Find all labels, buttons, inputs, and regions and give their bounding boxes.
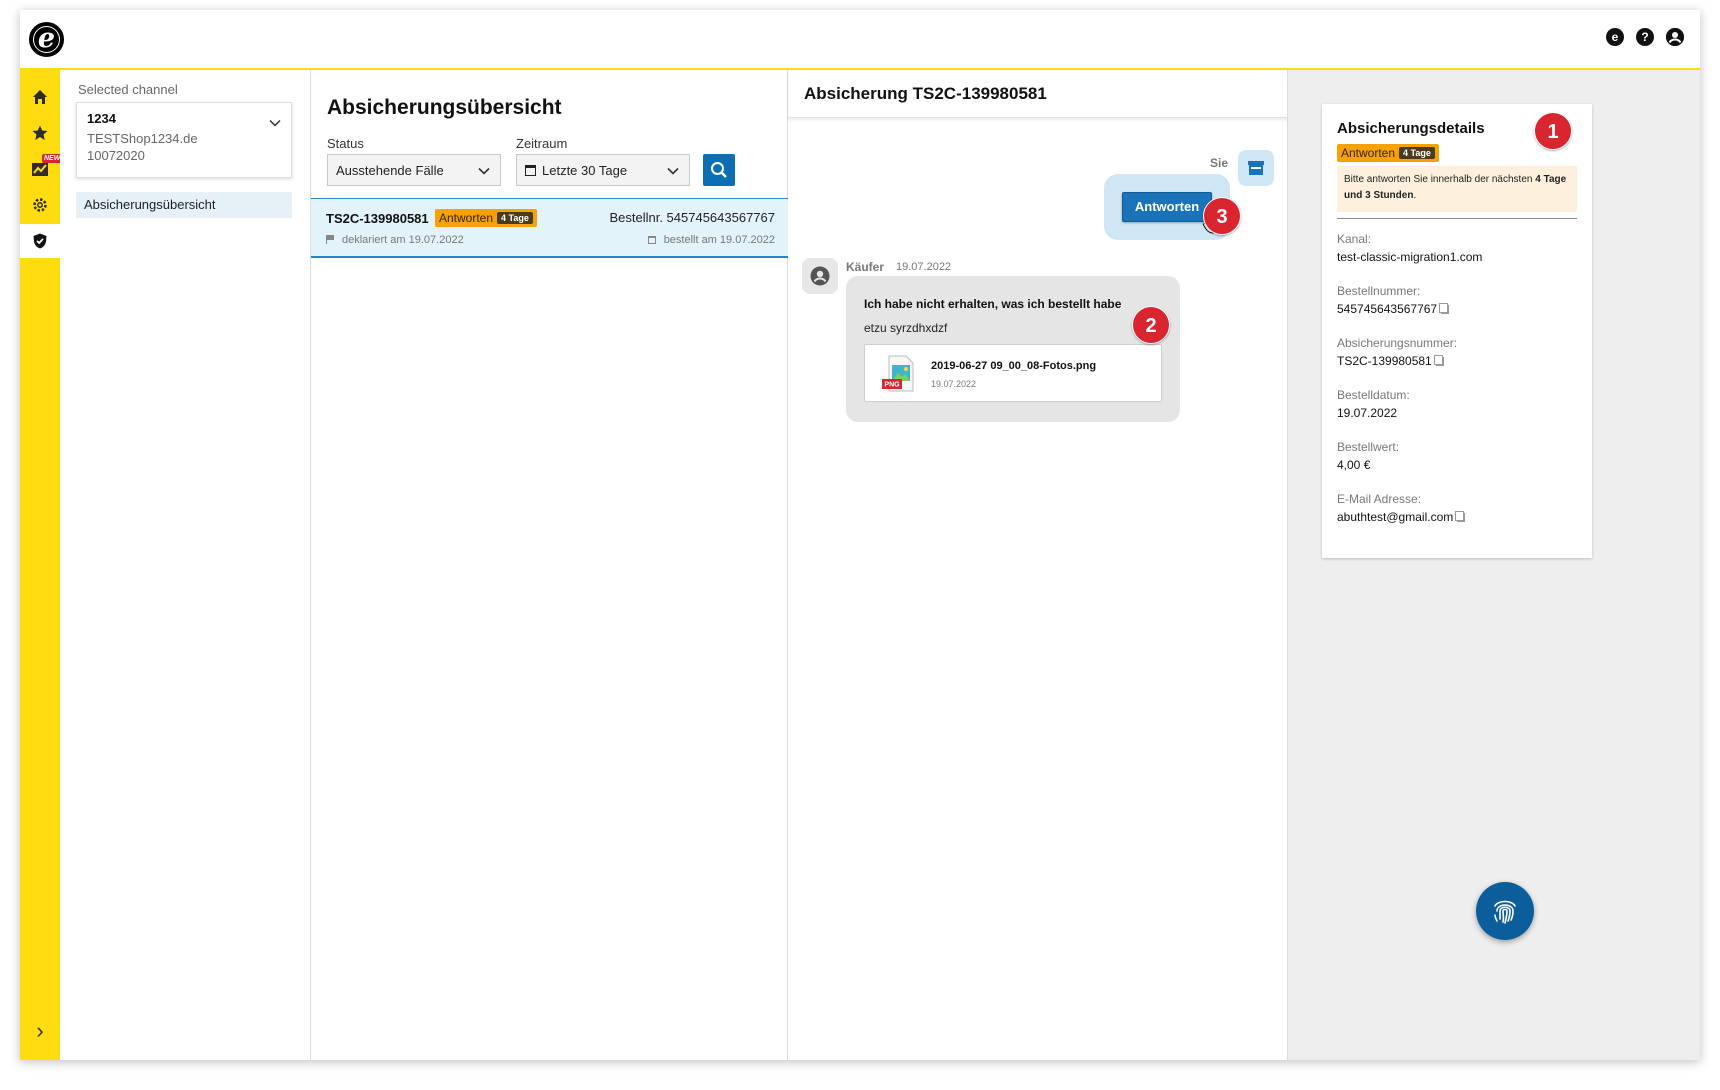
channel-id: 1234 bbox=[87, 111, 116, 126]
order-date-value: 19.07.2022 bbox=[1337, 406, 1398, 420]
channel-field-label: Kanal: bbox=[1337, 232, 1372, 246]
attachment-date: 19.07.2022 bbox=[931, 379, 977, 389]
channel-number: 10072020 bbox=[87, 148, 145, 163]
case-ordered: bestellt am 19.07.2022 bbox=[647, 234, 775, 246]
buyer-avatar bbox=[802, 258, 838, 294]
png-file-icon: PNG bbox=[882, 355, 914, 392]
divider bbox=[1337, 218, 1577, 219]
message-body: etzu syrzdhxdzf bbox=[864, 321, 948, 335]
protection-number-value: TS2C-139980581 bbox=[1337, 354, 1444, 368]
email-label: E-Mail Adresse: bbox=[1337, 492, 1422, 506]
gear-icon[interactable] bbox=[20, 188, 60, 222]
chart-new-icon[interactable]: NEW bbox=[20, 152, 63, 186]
buyer-name: Käufer bbox=[846, 260, 885, 274]
shop-icon bbox=[1248, 161, 1264, 175]
file-type-label: PNG bbox=[884, 382, 900, 389]
app-window: e e ? NEW › Selected channel 1234 TESTSh… bbox=[20, 10, 1700, 1060]
buyer-message: Ich habe nicht erhalten, was ich bestell… bbox=[846, 276, 1180, 422]
declared-text: deklariert am 19.07.2022 bbox=[342, 234, 464, 246]
status-value: Ausstehende Fälle bbox=[336, 163, 444, 178]
chevron-down-icon bbox=[478, 167, 490, 175]
copy-icon[interactable] bbox=[1455, 511, 1466, 522]
attachment-card[interactable]: PNG 2019-06-27 09_00_08-Fotos.png 19.07.… bbox=[864, 344, 1162, 402]
order-date-label: Bestelldatum: bbox=[1337, 388, 1410, 402]
attachment-name: 2019-06-27 09_00_08-Fotos.png bbox=[931, 360, 1097, 372]
user-icon bbox=[810, 266, 830, 286]
notice-end: . bbox=[1413, 190, 1417, 201]
status-badge: Antworten 4 Tage bbox=[435, 209, 537, 227]
marker-3: 3 bbox=[1203, 197, 1241, 235]
flag-icon bbox=[326, 235, 334, 244]
buyer-date: 19.07.2022 bbox=[896, 261, 952, 273]
reply-button[interactable]: Antworten bbox=[1122, 192, 1212, 222]
channel-shop: TESTShop1234.de bbox=[87, 131, 198, 146]
home-icon[interactable] bbox=[20, 80, 60, 114]
period-value: Letzte 30 Tage bbox=[542, 163, 628, 178]
channel-field-value: test-classic-migration1.com bbox=[1337, 250, 1483, 264]
protection-number-text: TS2C-139980581 bbox=[1337, 354, 1432, 368]
page-title: Absicherungsübersicht bbox=[327, 96, 562, 119]
case-declared: deklariert am 19.07.2022 bbox=[326, 234, 464, 246]
conversation-title: Absicherung TS2C-139980581 bbox=[804, 84, 1047, 103]
channel-selector[interactable]: 1234 TESTShop1234.de 10072020 bbox=[76, 102, 292, 178]
email-text: abuthtest@gmail.com bbox=[1337, 510, 1454, 524]
badge-days: 4 Tage bbox=[1399, 147, 1435, 159]
expand-rail-button[interactable]: › bbox=[20, 1018, 60, 1044]
protection-number-label: Absicherungsnummer: bbox=[1337, 336, 1458, 350]
details-title: Absicherungsdetails bbox=[1337, 120, 1485, 137]
marker-1: 1 bbox=[1534, 112, 1572, 150]
fingerprint-button[interactable] bbox=[1476, 882, 1534, 940]
side-rail: NEW › bbox=[20, 70, 63, 1060]
period-label: Zeitraum bbox=[516, 136, 568, 151]
calendar-icon bbox=[525, 165, 536, 176]
case-list-panel: Absicherungsübersicht Status Ausstehende… bbox=[310, 70, 789, 1060]
badge-days: 4 Tage bbox=[497, 212, 533, 224]
shield-icon[interactable] bbox=[20, 224, 60, 258]
chevron-down-icon bbox=[667, 167, 679, 175]
channel-panel: Selected channel 1234 TESTShop1234.de 10… bbox=[60, 70, 330, 1060]
case-id: TS2C-139980581 bbox=[326, 211, 429, 226]
sender-me-label: Sie bbox=[1210, 156, 1229, 170]
case-row[interactable]: TS2C-139980581 Antworten 4 Tage Bestelln… bbox=[311, 198, 789, 258]
status-badge: Antworten 4 Tage bbox=[1337, 144, 1439, 162]
copy-icon[interactable] bbox=[1433, 355, 1444, 366]
conversation-panel: Absicherung TS2C-139980581 Sie Antworten… bbox=[788, 70, 1288, 1060]
chevron-down-icon bbox=[269, 119, 281, 127]
order-number-label: Bestellnummer: bbox=[1337, 284, 1421, 298]
shop-avatar bbox=[1238, 150, 1274, 186]
channel-label: Selected channel bbox=[78, 82, 178, 97]
badge-label: Antworten bbox=[439, 211, 494, 225]
period-select[interactable]: Letzte 30 Tage bbox=[516, 154, 690, 186]
etrusted-logo[interactable]: e bbox=[29, 22, 64, 57]
fingerprint-icon bbox=[1494, 900, 1516, 924]
details-card: Absicherungsdetails 1 Antworten 4 Tage B… bbox=[1322, 104, 1592, 558]
help-icon[interactable]: ? bbox=[1636, 28, 1654, 46]
case-order-number: Bestellnr. 545745643567767 bbox=[609, 210, 775, 225]
order-value-value: 4,00 € bbox=[1337, 458, 1371, 472]
email-value: abuthtest@gmail.com bbox=[1337, 510, 1466, 524]
etrusted-icon[interactable]: e bbox=[1606, 28, 1624, 46]
ordered-text: bestellt am 19.07.2022 bbox=[663, 234, 775, 246]
nav-item-overview[interactable]: Absicherungsübersicht bbox=[76, 192, 292, 218]
calendar-icon bbox=[647, 236, 656, 244]
order-value-label: Bestellwert: bbox=[1337, 440, 1400, 454]
conversation-header: Absicherung TS2C-139980581 bbox=[788, 70, 1288, 118]
top-icons: e ? bbox=[1606, 28, 1684, 46]
message-subject: Ich habe nicht erhalten, was ich bestell… bbox=[864, 297, 1122, 311]
copy-icon[interactable] bbox=[1439, 303, 1450, 314]
status-select[interactable]: Ausstehende Fälle bbox=[327, 154, 501, 186]
search-button[interactable] bbox=[703, 154, 735, 186]
badge-label: Antworten bbox=[1341, 146, 1396, 160]
account-icon[interactable] bbox=[1666, 28, 1684, 46]
star-icon[interactable] bbox=[20, 116, 60, 150]
deadline-notice: Bitte antworten Sie innerhalb der nächst… bbox=[1337, 166, 1577, 212]
order-number-value: 545745643567767 bbox=[1337, 302, 1450, 316]
top-bar: e e ? bbox=[20, 10, 1700, 70]
marker-2: 2 bbox=[1132, 306, 1170, 344]
status-label: Status bbox=[327, 136, 364, 151]
search-icon bbox=[711, 162, 727, 178]
order-number-text: 545745643567767 bbox=[1337, 302, 1438, 316]
notice-text: Bitte antworten Sie innerhalb der nächst… bbox=[1344, 174, 1536, 185]
